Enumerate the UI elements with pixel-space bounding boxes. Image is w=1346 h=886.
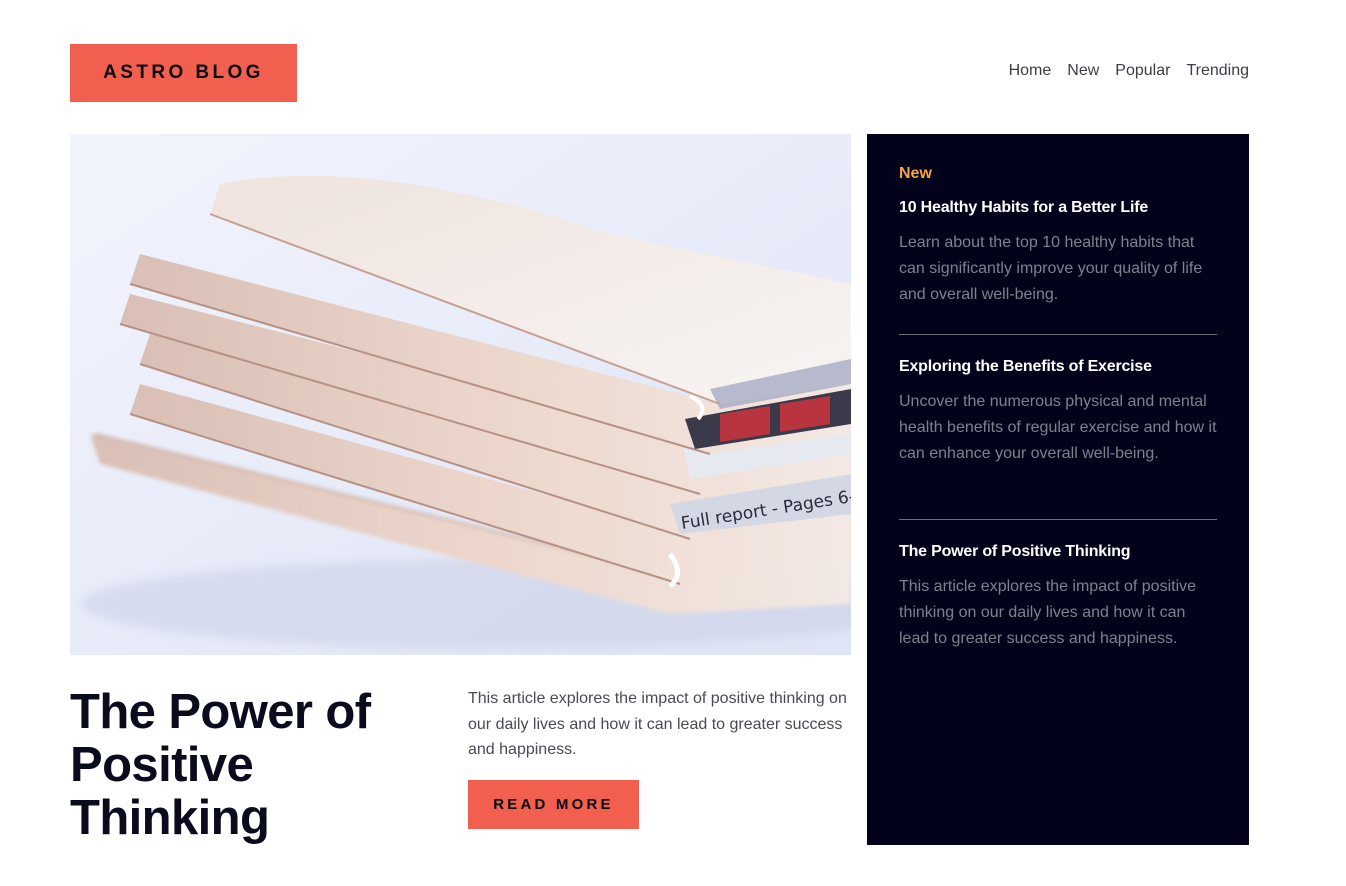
hero-title: The Power of Positive Thinking [70,685,371,845]
sidebar-article[interactable]: 10 Healthy Habits for a Better Life Lear… [899,199,1217,307]
divider [899,334,1217,335]
divider [899,519,1217,520]
sidebar-article-description: This article explores the impact of posi… [899,578,1197,647]
sidebar-article-title[interactable]: Exploring the Benefits of Exercise [899,358,1217,376]
newspaper-stack-illustration: Full report - Pages 6-9 [70,134,851,655]
nav-home[interactable]: Home [1009,62,1052,80]
nav-trending[interactable]: Trending [1186,62,1249,80]
sidebar-article-description: Uncover the numerous physical and mental… [899,393,1217,462]
sidebar-new: New 10 Healthy Habits for a Better Life … [867,134,1249,845]
nav-new[interactable]: New [1067,62,1099,80]
read-more-button[interactable]: READ MORE [468,780,639,829]
sidebar-article-title[interactable]: The Power of Positive Thinking [899,543,1217,561]
main-nav: Home New Popular Trending [1009,62,1249,80]
logo-link[interactable]: ASTRO BLOG [70,44,297,102]
hero-description: This article explores the impact of posi… [468,690,847,758]
sidebar-article-description: Learn about the top 10 healthy habits th… [899,234,1203,303]
sidebar-heading: New [899,165,932,182]
page: ASTRO BLOG Home New Popular Trending Ful… [0,0,1346,886]
hero-image: Full report - Pages 6-9 [70,134,851,655]
sidebar-article[interactable]: Exploring the Benefits of Exercise Uncov… [899,358,1217,466]
sidebar-article[interactable]: The Power of Positive Thinking This arti… [899,543,1217,651]
nav-popular[interactable]: Popular [1115,62,1170,80]
sidebar-article-title[interactable]: 10 Healthy Habits for a Better Life [899,199,1217,217]
